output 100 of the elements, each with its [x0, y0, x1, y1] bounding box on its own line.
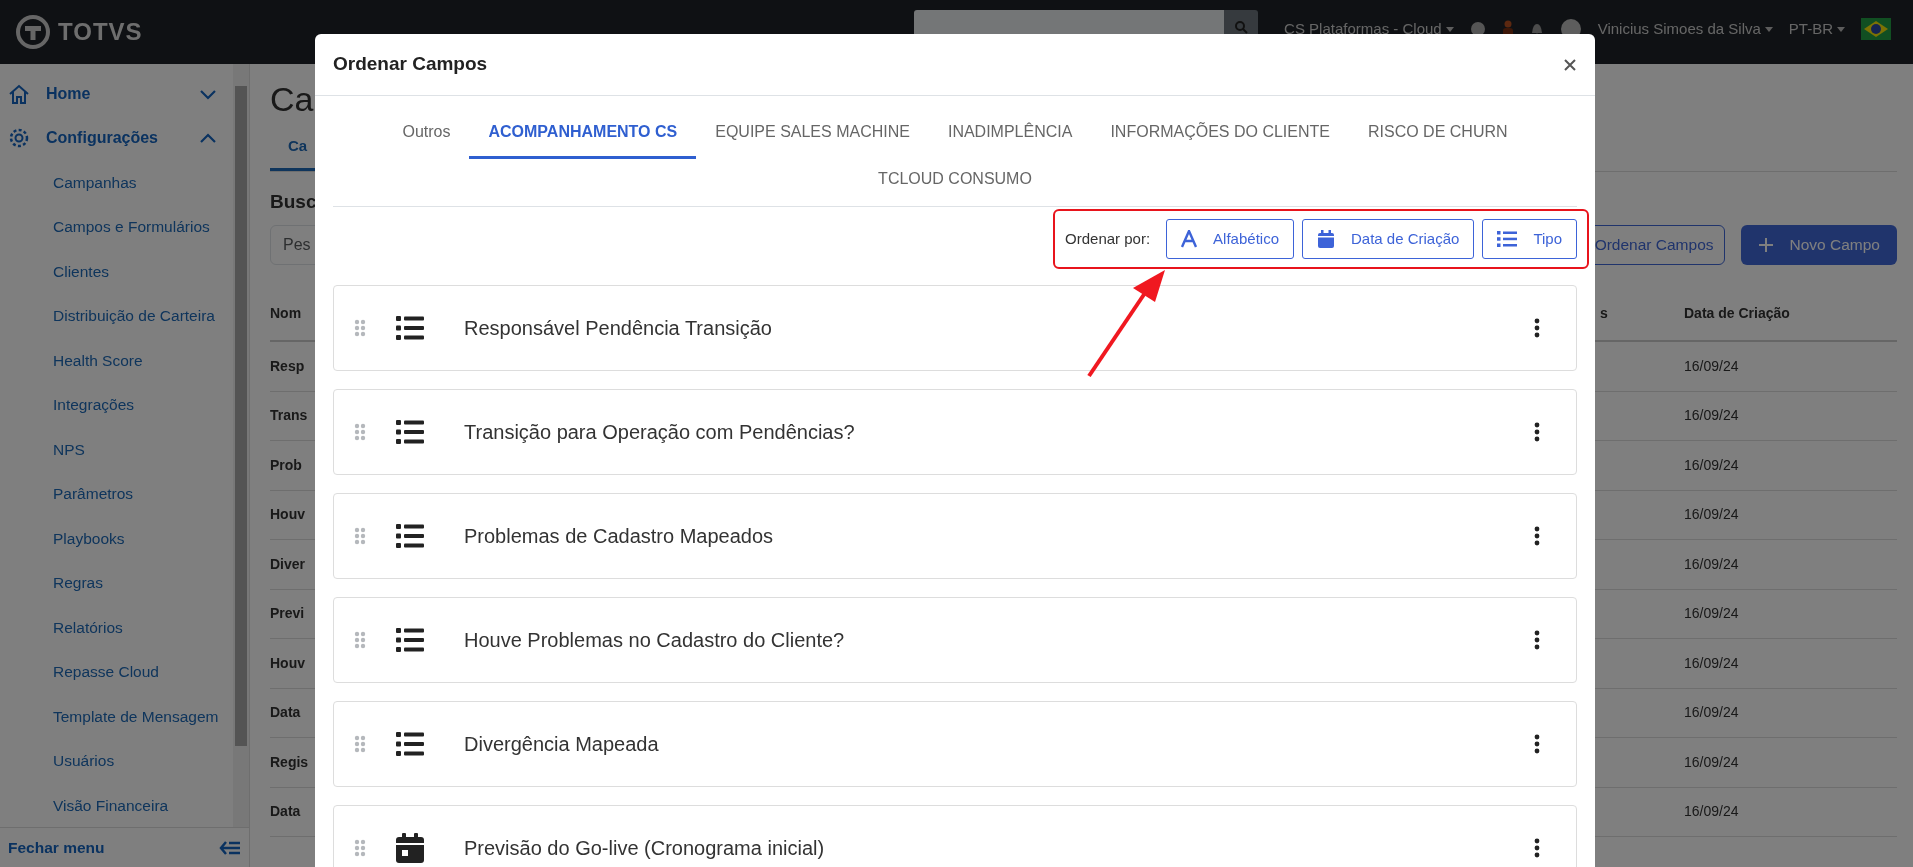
- sidebar-link[interactable]: Repasse Cloud: [0, 649, 233, 694]
- field-card[interactable]: Responsável Pendência Transição: [333, 285, 1577, 371]
- plus-icon: [1757, 237, 1774, 253]
- field-card[interactable]: Transição para Operação com Pendências?: [333, 389, 1577, 475]
- sidebar-link[interactable]: NPS: [0, 427, 233, 472]
- modal-title: Ordenar Campos: [333, 52, 488, 77]
- drag-handle-icon[interactable]: [354, 631, 366, 649]
- modal-tab[interactable]: RISCO DE CHURN: [1349, 112, 1527, 159]
- modal-tab[interactable]: INFORMAÇÕES DO CLIENTE: [1091, 112, 1349, 159]
- sidebar-link[interactable]: Template de Mensagem: [0, 694, 233, 739]
- table-cell: 16/09/24: [1684, 803, 1739, 820]
- table-cell-text: Trans: [270, 406, 308, 426]
- more-options-icon[interactable]: [1534, 838, 1540, 858]
- field-card[interactable]: Previsão do Go-live (Cronograma inicial): [333, 805, 1577, 867]
- new-button[interactable]: Novo Campo: [1740, 225, 1897, 265]
- sort-button[interactable]: Tipo: [1482, 219, 1577, 259]
- close-icon[interactable]: [1563, 57, 1577, 72]
- column-header: Data de Criação: [1684, 304, 1790, 321]
- field-name: Transição para Operação com Pendências?: [464, 420, 855, 445]
- flag-icon[interactable]: [1861, 18, 1891, 40]
- modal-tab[interactable]: EQUIPE SALES MACHINE: [696, 112, 929, 159]
- table-cell-text: Diver: [270, 554, 306, 574]
- field-name: Divergência Mapeada: [464, 732, 659, 757]
- search-icon: [1234, 20, 1249, 34]
- sidebar-link[interactable]: Relatórios: [0, 605, 233, 650]
- sidebar-link[interactable]: Playbooks: [0, 516, 233, 561]
- scrollbar-thumb[interactable]: [235, 86, 247, 746]
- table-cell-text: Data: [270, 703, 301, 723]
- calendar-icon: [1316, 229, 1335, 249]
- sort-button[interactable]: Alfabético: [1166, 219, 1294, 259]
- drag-handle-icon[interactable]: [354, 527, 366, 545]
- field-card[interactable]: Houve Problemas no Cadastro do Cliente?: [333, 597, 1577, 683]
- modal-tab[interactable]: TCLOUD CONSUMO: [859, 159, 1051, 206]
- modal-tab[interactable]: ACOMPANHAMENTO CS: [469, 112, 697, 159]
- sidebar-link[interactable]: Visão Financeira: [0, 783, 233, 828]
- drag-handle-icon[interactable]: [354, 423, 366, 441]
- list-icon: [396, 732, 424, 756]
- more-options-icon[interactable]: [1534, 734, 1540, 754]
- logo-text[interactable]: TOTVS: [58, 14, 143, 50]
- sidebar-link[interactable]: Integrações: [0, 382, 233, 427]
- modal-tab[interactable]: INADIMPLÊNCIA: [928, 112, 1092, 159]
- drag-handle-icon[interactable]: [354, 319, 366, 337]
- table-cell: 16/09/24: [1684, 704, 1739, 721]
- sidebar-link[interactable]: Parâmetros: [0, 471, 233, 516]
- calendar-icon: [396, 833, 424, 863]
- more-options-icon[interactable]: [1534, 526, 1540, 546]
- table-cell-text: Houv: [270, 505, 305, 525]
- scrollbar[interactable]: [233, 64, 249, 828]
- sidebar-link[interactable]: Health Score: [0, 338, 233, 383]
- close-menu-link[interactable]: Fechar menu: [8, 835, 105, 860]
- sidebar-link[interactable]: Distribuição de Carteira: [0, 293, 233, 338]
- language-dropdown[interactable]: PT-BR: [1788, 17, 1845, 41]
- modal-tab[interactable]: Outros: [383, 112, 470, 159]
- field-name: Houve Problemas no Cadastro do Cliente?: [464, 628, 845, 653]
- sidebar-link[interactable]: Usuários: [0, 738, 233, 783]
- user-dropdown[interactable]: Vinicius Simoes da Silva: [1597, 17, 1773, 41]
- table-cell-text: Data: [270, 802, 301, 822]
- table-cell: 16/09/24: [1684, 506, 1739, 523]
- logo-icon: [16, 15, 50, 49]
- field-card[interactable]: Problemas de Cadastro Mapeados: [333, 493, 1577, 579]
- table-cell: 16/09/24: [1684, 654, 1739, 671]
- drag-handle-icon[interactable]: [354, 735, 366, 753]
- collapse-icon[interactable]: [219, 839, 241, 856]
- letter-icon: [1181, 230, 1198, 248]
- more-options-icon[interactable]: [1534, 422, 1540, 442]
- help-icon[interactable]: [1469, 21, 1486, 37]
- sidebar-item-label: Configurações: [46, 128, 158, 148]
- column-header: Nom: [270, 303, 302, 323]
- caret-icon[interactable]: [1837, 27, 1845, 33]
- table-cell-text: Prob: [270, 455, 302, 475]
- table-cell: 16/09/24: [1684, 605, 1739, 622]
- section-title: Busc: [270, 189, 317, 214]
- sort-button[interactable]: Data de Criação: [1301, 219, 1475, 259]
- sidebar-item[interactable]: Configurações: [0, 116, 233, 160]
- sidebar-link[interactable]: Campos e Formulários: [0, 204, 233, 249]
- list-icon: [396, 420, 424, 444]
- field-card[interactable]: Divergência Mapeada: [333, 701, 1577, 787]
- workspace-dropdown[interactable]: CS Plataformas - Cloud: [1284, 17, 1454, 41]
- settings-icon: [8, 127, 30, 149]
- sidebar-item[interactable]: Home: [0, 72, 233, 116]
- more-options-icon[interactable]: [1534, 318, 1540, 338]
- sidebar-link[interactable]: Regras: [0, 560, 233, 605]
- table-cell-text: Houv: [270, 653, 305, 673]
- sidebar-link[interactable]: Campanhas: [0, 160, 233, 205]
- sidebar-link[interactable]: Clientes: [0, 249, 233, 294]
- table-cell-text: Resp: [270, 356, 305, 376]
- table-cell: 16/09/24: [1684, 555, 1739, 572]
- sidebar-item-label: Home: [46, 84, 91, 104]
- drag-handle-icon[interactable]: [354, 839, 366, 857]
- expand-chevron-icon[interactable]: [199, 88, 217, 100]
- table-cell: 16/09/24: [1684, 753, 1739, 770]
- list-icon: [396, 524, 424, 548]
- caret-icon[interactable]: [1764, 27, 1773, 33]
- field-name: Previsão do Go-live (Cronograma inicial): [464, 836, 825, 861]
- more-options-icon[interactable]: [1534, 630, 1540, 650]
- collapse-chevron-icon[interactable]: [199, 132, 217, 144]
- list-icon: [396, 628, 424, 652]
- field-name: Responsável Pendência Transição: [464, 316, 772, 341]
- page-title: Ca: [270, 79, 314, 120]
- sort-label: Ordenar por:: [1065, 228, 1151, 249]
